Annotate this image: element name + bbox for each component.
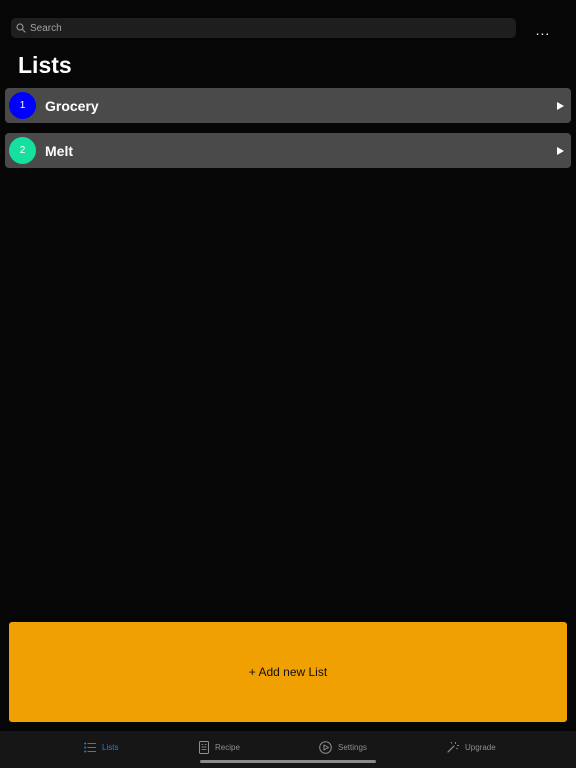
disclosure-arrow-icon: [557, 146, 564, 155]
add-new-list-label: + Add new List: [248, 665, 328, 679]
search-icon: [16, 23, 26, 33]
settings-icon: [319, 740, 338, 754]
list-item-melt[interactable]: 2 Melt: [5, 133, 571, 168]
search-bar[interactable]: [11, 18, 516, 38]
tab-recipe[interactable]: Recipe: [199, 739, 240, 755]
list-number-badge: 1: [9, 92, 36, 119]
add-new-list-button[interactable]: + Add new List: [9, 622, 567, 722]
list-item-label: Grocery: [45, 97, 99, 114]
disclosure-arrow-icon: [557, 101, 564, 110]
tab-label: Settings: [338, 742, 367, 752]
list-item-grocery[interactable]: 1 Grocery: [5, 88, 571, 123]
list-number-badge: 2: [9, 137, 36, 164]
home-indicator: [200, 760, 376, 763]
page-title: Lists: [18, 52, 72, 78]
magic-wand-icon: [446, 741, 465, 754]
list-icon: [84, 742, 102, 753]
search-input[interactable]: [26, 18, 516, 38]
tab-label: Upgrade: [465, 742, 496, 752]
recipe-icon: [199, 740, 215, 754]
tab-lists[interactable]: Lists: [84, 739, 118, 755]
tab-settings[interactable]: Settings: [319, 739, 367, 755]
tab-label: Recipe: [215, 742, 240, 752]
tab-label: Lists: [102, 742, 119, 752]
list-item-label: Melt: [45, 142, 73, 159]
tab-upgrade[interactable]: Upgrade: [446, 739, 496, 755]
more-options-button[interactable]: ...: [532, 22, 554, 38]
